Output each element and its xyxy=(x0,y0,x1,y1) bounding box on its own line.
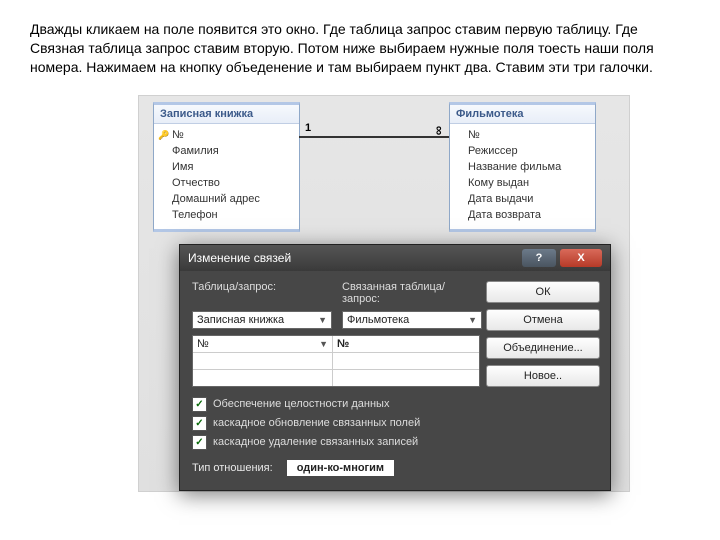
cardinality-one: 1 xyxy=(305,122,311,134)
entity-fields-left: 🔑 № Фамилия Имя Отчество Домашний адрес … xyxy=(154,124,299,229)
combo-value: Фильмотека xyxy=(347,314,409,326)
check-label: Обеспечение целостности данных xyxy=(213,398,389,410)
primary-key-icon: 🔑 xyxy=(158,128,169,142)
chevron-down-icon: ▼ xyxy=(318,315,327,325)
combo-value: Записная книжка xyxy=(197,314,284,326)
field-value: № xyxy=(337,338,349,350)
relationship-type-value: один-ко-многим xyxy=(287,460,394,476)
instruction-text: Дважды кликаем на поле появится это окно… xyxy=(30,20,690,77)
entity-field[interactable]: Кому выдан xyxy=(450,175,595,191)
dialog-title: Изменение связей xyxy=(188,251,291,265)
entity-title-left: Записная книжка xyxy=(154,105,299,124)
close-button[interactable]: X xyxy=(560,249,602,267)
field-value: № xyxy=(197,338,209,350)
field-label: Фамилия xyxy=(172,145,219,157)
entity-field[interactable]: Домашний адрес xyxy=(154,191,299,207)
entity-field[interactable]: Отчество xyxy=(154,175,299,191)
field-label: Кому выдан xyxy=(468,177,529,189)
grid-cell-right-field[interactable]: № xyxy=(333,336,479,352)
entity-field[interactable]: Название фильма xyxy=(450,159,595,175)
join-type-button[interactable]: Объединение... xyxy=(486,337,600,359)
entity-field[interactable]: Имя xyxy=(154,159,299,175)
field-label: Дата выдачи xyxy=(468,193,533,205)
field-mapping-grid[interactable]: № ▼ № xyxy=(192,335,480,387)
field-label: Дата возврата xyxy=(468,209,541,221)
dialog-body: Таблица/запрос: Связанная таблица/запрос… xyxy=(180,271,610,490)
help-button[interactable]: ? xyxy=(522,249,556,267)
ok-button[interactable]: ОК xyxy=(486,281,600,303)
related-table-query-label: Связанная таблица/запрос: xyxy=(342,281,482,305)
entity-field[interactable]: Режиссер xyxy=(450,143,595,159)
entity-field[interactable]: Телефон xyxy=(154,207,299,223)
field-label: № xyxy=(172,129,184,141)
grid-cell-empty[interactable] xyxy=(193,370,333,386)
relationship-line[interactable] xyxy=(299,136,449,138)
integrity-options: ✓ Обеспечение целостности данных ✓ каска… xyxy=(192,397,598,450)
check-label: каскадное обновление связанных полей xyxy=(213,417,420,429)
entity-fields-right: № Режиссер Название фильма Кому выдан Да… xyxy=(450,124,595,229)
field-label: Отчество xyxy=(172,177,220,189)
entity-box-right[interactable]: Фильмотека № Режиссер Название фильма Ко… xyxy=(449,102,596,232)
create-new-button[interactable]: Новое.. xyxy=(486,365,600,387)
field-label: Телефон xyxy=(172,209,218,221)
table-query-combo[interactable]: Записная книжка ▼ xyxy=(192,311,332,329)
grid-cell-empty[interactable] xyxy=(333,353,479,369)
field-label: Название фильма xyxy=(468,161,561,173)
enforce-integrity-checkbox[interactable]: ✓ xyxy=(192,397,207,412)
relationships-canvas: Записная книжка 🔑 № Фамилия Имя Отчество… xyxy=(138,95,630,492)
grid-cell-left-field[interactable]: № ▼ xyxy=(193,336,333,352)
entity-field[interactable]: 🔑 № xyxy=(154,127,299,143)
entity-field[interactable]: Дата возврата xyxy=(450,207,595,223)
chevron-down-icon: ▼ xyxy=(319,339,328,349)
entity-field[interactable]: № xyxy=(450,127,595,143)
entity-field[interactable]: Дата выдачи xyxy=(450,191,595,207)
check-label: каскадное удаление связанных записей xyxy=(213,436,418,448)
entity-title-right: Фильмотека xyxy=(450,105,595,124)
dialog-titlebar[interactable]: Изменение связей ? X xyxy=(180,245,610,271)
field-label: Имя xyxy=(172,161,193,173)
cascade-delete-checkbox[interactable]: ✓ xyxy=(192,435,207,450)
chevron-down-icon: ▼ xyxy=(468,315,477,325)
related-table-query-combo[interactable]: Фильмотека ▼ xyxy=(342,311,482,329)
grid-cell-empty[interactable] xyxy=(333,370,479,386)
grid-cell-empty[interactable] xyxy=(193,353,333,369)
relationship-type-label: Тип отношения: xyxy=(192,462,273,474)
cardinality-many: ∞ xyxy=(432,126,447,135)
cascade-update-checkbox[interactable]: ✓ xyxy=(192,416,207,431)
entity-field[interactable]: Фамилия xyxy=(154,143,299,159)
field-label: № xyxy=(468,129,480,141)
table-query-label: Таблица/запрос: xyxy=(192,281,332,293)
edit-relationships-dialog: Изменение связей ? X Таблица/запрос: Свя… xyxy=(179,244,611,491)
entity-box-left[interactable]: Записная книжка 🔑 № Фамилия Имя Отчество… xyxy=(153,102,300,232)
cancel-button[interactable]: Отмена xyxy=(486,309,600,331)
field-label: Домашний адрес xyxy=(172,193,260,205)
field-label: Режиссер xyxy=(468,145,518,157)
